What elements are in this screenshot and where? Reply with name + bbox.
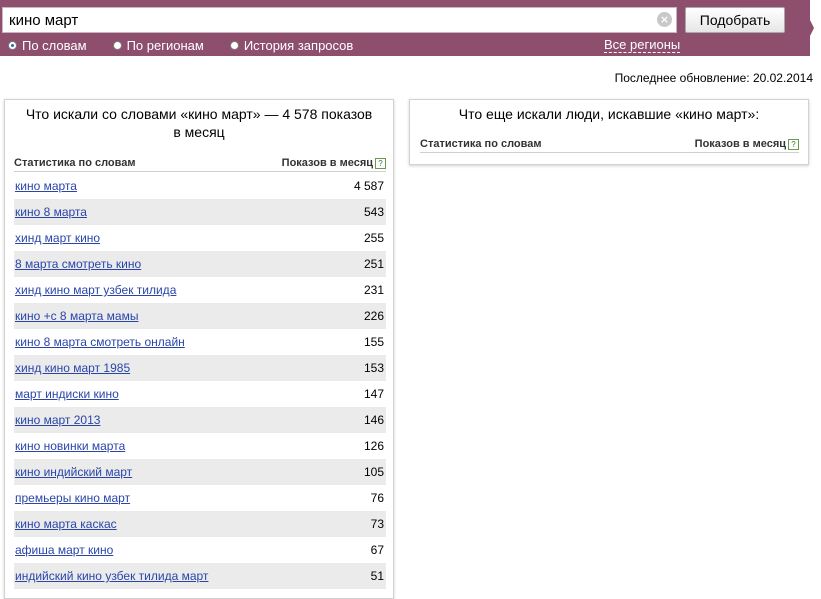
radio-button-icon[interactable] [8, 40, 17, 50]
keyword-link[interactable]: кино +с 8 марта мамы [15, 309, 138, 323]
impressions-count: 226 [363, 309, 384, 323]
search-bar-arrow [800, 0, 814, 56]
radio-button-icon[interactable] [112, 40, 122, 50]
table-row: кино +с 8 марта мамы 226 [14, 303, 386, 329]
all-regions-link[interactable]: Все регионы [604, 37, 681, 53]
table-row: хинд кино март 1985 153 [14, 355, 386, 381]
clear-icon[interactable]: × [657, 12, 672, 27]
radio-label: По регионам [126, 37, 204, 53]
table-row: 8 марта смотреть кино 251 [14, 251, 386, 277]
radio-label: По словам [22, 37, 87, 53]
panel-title: Что искали со словами «кино март» — 4 57… [25, 106, 373, 140]
keyword-link[interactable]: кино 8 марта смотреть онлайн [15, 335, 185, 349]
column-header-count-label: Показов в месяц [281, 157, 373, 169]
impressions-count: 147 [363, 387, 384, 401]
impressions-count: 4 587 [353, 179, 384, 193]
impressions-count: 153 [363, 361, 384, 375]
keyword-link[interactable]: кино марта каскас [15, 517, 117, 531]
keyword-link[interactable]: хинд март кино [15, 231, 100, 245]
also-searched-panel: Что еще искали люди, искавшие «кино март… [409, 99, 809, 165]
keyword-table: кино марта 4 587 кино 8 марта 543 хинд март … [14, 173, 386, 589]
table-row: кино новинки марта 126 [14, 433, 386, 459]
column-header-words: Статистика по словам [420, 138, 542, 150]
table-row: март индиски кино 147 [14, 381, 386, 407]
impressions-count: 231 [363, 283, 384, 297]
search-input[interactable] [2, 7, 677, 33]
table-row: афиша март кино 67 [14, 537, 386, 563]
keyword-link[interactable]: хинд кино март 1985 [15, 361, 130, 375]
related-words-panel: Что искали со словами «кино март» — 4 57… [4, 99, 394, 599]
column-header-count-label: Показов в месяц [694, 138, 786, 150]
radio-by-words[interactable]: По словам [8, 38, 87, 53]
keyword-link[interactable]: кино индийский март [15, 465, 132, 479]
radio-by-regions[interactable]: По регионам [112, 37, 204, 53]
help-icon[interactable]: ? [788, 138, 799, 150]
keyword-link[interactable]: кино новинки марта [15, 439, 125, 453]
keyword-link[interactable]: 8 марта смотреть кино [15, 257, 141, 271]
impressions-count: 67 [370, 543, 384, 557]
impressions-count: 73 [370, 517, 384, 531]
table-row: хинд кино март узбек тилида 231 [14, 277, 386, 303]
table-row: кино 8 марта 543 [14, 199, 386, 225]
table-row: кино 8 марта смотреть онлайн 155 [14, 329, 386, 355]
keyword-link[interactable]: афиша март кино [15, 543, 113, 557]
impressions-count: 51 [370, 569, 384, 583]
impressions-count: 126 [363, 439, 384, 453]
radio-query-history[interactable]: История запросов [229, 37, 354, 53]
table-row: кино индийский март 105 [14, 459, 386, 485]
keyword-link[interactable]: кино марта [15, 179, 77, 193]
keyword-link[interactable]: кино 8 марта [15, 205, 87, 219]
keyword-link[interactable]: кино март 2013 [15, 413, 100, 427]
keyword-link[interactable]: март индиски кино [15, 387, 119, 401]
table-row: хинд март кино 255 [14, 225, 386, 251]
help-icon[interactable]: ? [375, 157, 386, 169]
radio-label: История запросов [243, 37, 354, 53]
keyword-link[interactable]: хинд кино март узбек тилида [15, 283, 176, 297]
table-row: индийский кино узбек тилида март 51 [14, 563, 386, 589]
impressions-count: 146 [363, 413, 384, 427]
submit-button[interactable]: Подобрать [685, 7, 785, 33]
table-row: кино марта 4 587 [14, 173, 386, 199]
impressions-count: 251 [363, 257, 384, 271]
impressions-count: 155 [363, 335, 384, 349]
keyword-link[interactable]: премьеры кино март [15, 491, 130, 505]
table-header: Статистика по словам Показов в месяц? [14, 155, 386, 172]
column-header-count: Показов в месяц? [695, 138, 799, 150]
table-row: премьеры кино март 76 [14, 485, 386, 511]
radio-button-icon[interactable] [229, 40, 239, 50]
table-header: Статистика по словам Показов в месяц? [420, 136, 799, 153]
keyword-link[interactable]: индийский кино узбек тилида март [15, 569, 208, 583]
panel-title: Что еще искали люди, искавшие «кино март… [458, 106, 760, 122]
last-update-text: Последнее обновление: 20.02.2014 [614, 71, 813, 85]
column-header-count: Показов в месяц? [282, 157, 386, 169]
table-row: кино март 2013 146 [14, 407, 386, 433]
impressions-count: 543 [363, 205, 384, 219]
column-header-words: Статистика по словам [14, 157, 136, 169]
impressions-count: 105 [363, 465, 384, 479]
table-row: кино марта каскас 73 [14, 511, 386, 537]
impressions-count: 255 [363, 231, 384, 245]
search-mode-radio-group: По словам По регионам История запросов [8, 37, 379, 53]
impressions-count: 76 [370, 491, 384, 505]
